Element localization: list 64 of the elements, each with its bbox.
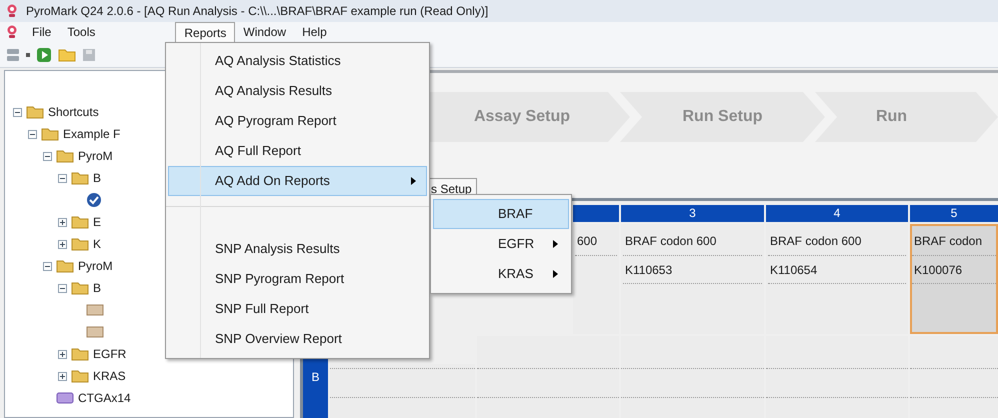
folder-icon — [71, 347, 89, 361]
menu-item[interactable]: SNP Pyrogram Report — [168, 264, 427, 294]
menu-title[interactable]: Help — [294, 22, 335, 42]
file-icon — [86, 304, 104, 316]
folder-icon — [71, 171, 89, 185]
assay-icon — [56, 392, 74, 404]
sample-id: K110653 — [623, 256, 762, 284]
column-header — [573, 205, 619, 222]
sample-id: K110654 — [768, 256, 906, 284]
tree-item-label[interactable]: Shortcuts — [48, 103, 99, 121]
menu-item[interactable]: SNP Analysis Results — [168, 234, 427, 264]
tree-item-label[interactable]: EGFR — [93, 345, 126, 363]
menu-item[interactable]: AQ Add On Reports — [168, 166, 427, 196]
menu-title[interactable]: File — [24, 22, 60, 42]
collapse-icon[interactable] — [43, 152, 52, 160]
expand-icon[interactable] — [58, 350, 67, 358]
expand-icon[interactable] — [58, 218, 67, 226]
collapse-icon[interactable] — [58, 174, 67, 182]
folder-icon — [71, 215, 89, 229]
tree-item-label[interactable]: PyroM — [78, 147, 113, 165]
sample-id: K100076 — [912, 256, 996, 284]
collapse-icon[interactable] — [43, 262, 52, 270]
run-file-icon — [86, 192, 102, 208]
app-logo-icon — [6, 4, 18, 18]
menu-item[interactable]: BRAF — [433, 199, 569, 229]
collapse-icon[interactable] — [58, 284, 67, 292]
folder-icon — [71, 281, 89, 295]
menu-item[interactable]: AQ Analysis Statistics — [168, 46, 427, 76]
tree-item-label[interactable]: PyroM — [78, 257, 113, 275]
menu-title[interactable]: Tools — [59, 22, 104, 42]
window-title: PyroMark Q24 2.0.6 - [AQ Run Analysis - C:\\...\BRAF\BRAF example run (Read Only)] — [26, 3, 488, 20]
folder-icon — [41, 127, 59, 141]
expand-icon[interactable] — [58, 372, 67, 380]
file-icon — [86, 326, 104, 338]
column-header: 3 — [621, 205, 764, 222]
column-header: 4 — [766, 205, 908, 222]
tree-item-label[interactable]: KRAS — [93, 367, 126, 385]
expand-icon[interactable] — [58, 240, 67, 248]
tree-item-label[interactable]: CTGAx14 — [78, 389, 131, 407]
menu-title[interactable]: Window — [235, 22, 294, 42]
menu-item[interactable]: EGFR — [433, 229, 569, 259]
play-icon[interactable] — [36, 46, 52, 62]
collapse-icon[interactable] — [13, 108, 22, 116]
well-cell[interactable]: BRAF codon K100076 — [910, 224, 998, 334]
tree-item-label[interactable]: E — [93, 213, 102, 231]
folder-icon — [71, 237, 89, 251]
folder-icon — [26, 105, 44, 119]
menu-item[interactable]: SNP Full Report — [168, 294, 427, 324]
column-header: 5 — [910, 205, 998, 222]
tree-item-label[interactable]: K — [93, 235, 102, 253]
assay-name: BRAF codon — [912, 226, 996, 256]
menu-item[interactable]: KRAS — [433, 259, 569, 289]
assay-name: BRAF codon 600 — [623, 226, 762, 256]
tree-item-label[interactable]: B — [93, 279, 102, 297]
folder-icon — [56, 259, 74, 273]
assay-name: BRAF codon 600 — [768, 226, 906, 256]
app-logo-icon — [6, 25, 18, 39]
menu-title[interactable]: Reports — [175, 22, 236, 42]
tree-item-label[interactable]: Example F — [63, 125, 120, 143]
assay-name: 600 — [575, 226, 617, 256]
tree-item-label[interactable]: B — [93, 169, 102, 187]
folder-icon — [56, 149, 74, 163]
collapse-icon[interactable] — [28, 130, 37, 138]
folder-icon — [71, 369, 89, 383]
